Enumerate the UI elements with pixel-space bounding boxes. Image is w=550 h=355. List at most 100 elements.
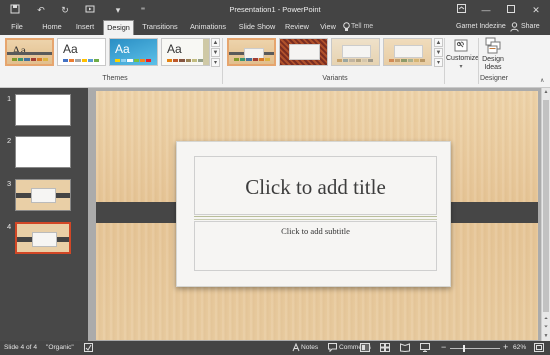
tab-animations[interactable]: Animations [187,20,229,35]
design-ideas-label: Design Ideas [482,56,504,71]
status-bar: Slide 4 of 4 "Organic" Notes Comments − … [0,341,550,355]
variant-card [342,45,371,58]
title-placeholder-text: Click to add title [245,175,386,199]
variant-2[interactable] [279,38,328,66]
previous-slide-icon[interactable]: ⏶ [542,316,550,322]
user-name[interactable]: Garnet Indezine [456,23,506,30]
slide-band-right [441,202,538,223]
slide-show-view-icon[interactable] [420,343,430,354]
zoom-level[interactable]: 62% [513,344,526,351]
theme-colors [115,59,152,62]
theme-retrospect[interactable]: Aa [161,38,210,66]
theme-colors [12,58,49,61]
theme-colors [167,59,204,62]
theme-sample-text: Aa [115,42,130,56]
tab-insert[interactable]: Insert [72,20,98,35]
customize-label: Customize [446,55,480,62]
zoom-slider[interactable] [450,348,500,349]
variant-4[interactable] [383,38,432,66]
themes-scroll-up-icon[interactable]: ▲ [211,38,220,47]
ribbon-design: Aa Aa Aa Aa ▲ ▼ ▾ Themes ▲ ▼ ▾ Variants [0,35,550,88]
customize-dropdown-icon: ▾ [459,64,463,70]
title-placeholder[interactable]: Click to add title [194,156,437,215]
share-button[interactable]: Share [521,23,540,30]
theme-name: "Organic" [46,344,74,351]
notes-icon[interactable] [292,342,300,354]
slide-number: 1 [7,94,12,103]
slide-thumbnail-4[interactable] [15,222,71,254]
close-icon[interactable]: ✕ [528,3,544,17]
variants-scroll-down-icon[interactable]: ▼ [434,48,443,57]
tab-slide-show[interactable]: Slide Show [237,20,277,35]
tab-home[interactable]: Home [38,20,66,35]
ribbon-tabs: File Home Insert Design Transitions Anim… [0,20,550,35]
design-ideas-icon [485,37,501,54]
theme-stripe [203,39,209,65]
ribbon-display-options-icon[interactable] [453,3,469,17]
themes-more-icon[interactable]: ▾ [211,58,220,67]
minimize-icon[interactable]: — [478,3,494,17]
zoom-slider-thumb[interactable] [463,345,466,352]
zoom-out-icon[interactable]: − [441,342,446,352]
group-designer-label: Designer [479,75,508,82]
group-variants-label: Variants [322,75,348,82]
theme-ion[interactable]: Aa [109,38,158,66]
slide-band-left [96,202,184,223]
design-ideas-button[interactable]: Design Ideas [480,37,506,72]
tab-design[interactable]: Design [103,20,134,35]
slide-number: 3 [7,179,12,188]
divider-line [194,219,437,220]
variants-more-icon[interactable]: ▾ [434,58,443,67]
group-separator [444,38,445,84]
tab-file[interactable]: File [4,20,30,35]
theme-sample-text: Aa [167,42,182,56]
theme-sample-text: Aa [12,43,26,57]
scrollbar-thumb[interactable] [543,100,549,312]
slides-panel: 1 2 3 4 [0,88,88,341]
tab-review[interactable]: Review [283,20,311,35]
slide-thumbnail-1[interactable] [15,94,71,126]
next-slide-icon[interactable]: ⏷ [542,324,550,330]
normal-view-icon[interactable] [360,343,370,354]
restore-icon[interactable] [503,3,519,17]
group-separator [222,38,223,84]
customize-button[interactable]: Customize ▾ [446,37,480,71]
variant-card [394,45,423,58]
variant-3[interactable] [331,38,380,66]
scroll-up-icon[interactable]: ▲ [542,89,550,95]
customize-icon [454,39,468,52]
theme-organic[interactable]: Aa [5,38,54,66]
themes-scroll-down-icon[interactable]: ▼ [211,48,220,57]
variants-scroll-up-icon[interactable]: ▲ [434,38,443,47]
scroll-down-icon[interactable]: ▼ [542,333,550,339]
group-themes-label: Themes [102,75,128,82]
tab-transitions[interactable]: Transitions [140,20,180,35]
notes-button[interactable]: Notes [301,344,318,351]
zoom-in-icon[interactable]: + [503,342,508,352]
slide-thumbnail-3[interactable] [15,179,71,211]
theme-colors [63,59,100,62]
slide-thumbnail-2[interactable] [15,136,71,168]
variant-colors [234,58,271,61]
variant-card [289,44,320,60]
tab-view[interactable]: View [318,20,338,35]
vertical-scrollbar[interactable]: ▲ ⏶ ⏷ ▼ [541,88,550,341]
current-slide[interactable]: Click to add title Click to add subtitle [96,91,538,340]
thumb-card [31,188,56,203]
reading-view-icon[interactable] [400,343,410,354]
fit-slide-icon[interactable] [534,343,544,354]
subtitle-placeholder[interactable]: Click to add subtitle [194,221,437,271]
share-person-icon[interactable] [510,22,520,33]
slide-sorter-icon[interactable] [380,343,390,354]
divider-line [194,216,437,217]
slide-count: Slide 4 of 4 [4,344,37,351]
comments-icon[interactable] [328,343,337,354]
tell-me-search[interactable]: Tell me [351,23,373,30]
variant-1[interactable] [227,38,276,66]
theme-office[interactable]: Aa [57,38,106,66]
collapse-ribbon-icon[interactable]: ∧ [540,77,544,84]
variant-colors [389,59,426,62]
theme-sample-text: Aa [63,42,78,56]
lightbulb-icon[interactable] [343,22,350,34]
spelling-icon[interactable] [84,343,93,354]
